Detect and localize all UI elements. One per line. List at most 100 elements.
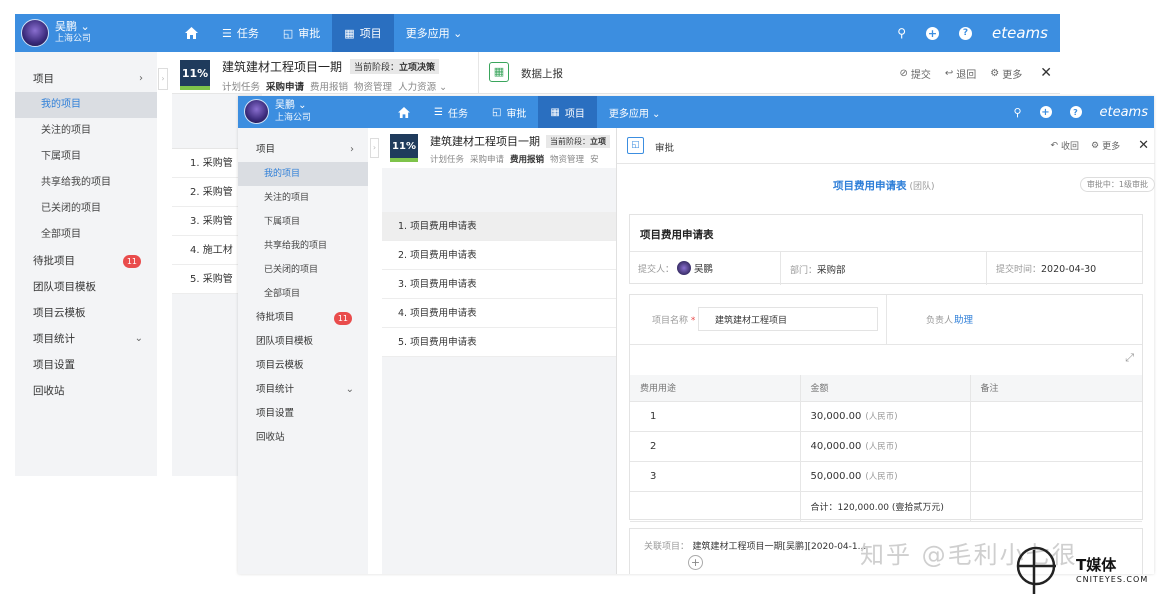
collapse-button[interactable]: ↶ 收回 [1050,139,1079,153]
sidebar-item-team-template[interactable]: 团队项目模板 [238,330,368,354]
nav-approval[interactable]: ◱ 审批 [480,96,538,128]
nav-tasks[interactable]: ☰ 任务 [210,14,271,52]
home-icon[interactable] [386,96,422,128]
row-remark[interactable] [969,461,1142,492]
list-item[interactable]: 4. 项目费用申请表 [382,299,618,328]
subnav-material[interactable]: 物资管理 [550,155,584,165]
subnav-purchase[interactable]: 采购申请 [470,155,504,165]
row-remark[interactable] [969,401,1142,432]
table-row[interactable]: 3 50,000.00 (人民币) [630,461,1142,492]
nav-approval[interactable]: ◱ 审批 [271,14,332,52]
expand-icon[interactable]: ⤢ [1125,351,1134,365]
sidebar-item-my-projects[interactable]: 我的项目 [15,92,157,118]
sidebar-item-recycle[interactable]: 回收站 [15,378,157,404]
collapse-handle[interactable]: › [158,68,168,90]
sidebar-item-closed[interactable]: 已关闭的项目 [238,258,368,282]
chevron-down-icon: ⌄ [345,384,354,395]
subnav-expense[interactable]: 费用报销 [310,82,348,93]
avatar[interactable] [244,99,269,124]
sidebar-item-closed[interactable]: 已关闭的项目 [15,196,157,222]
nav-more-apps[interactable]: 更多应用 ⌄ [597,96,673,128]
close-icon[interactable]: ✕ [1040,65,1052,81]
subnav-purchase[interactable]: 采购申请 [266,82,304,93]
list-item[interactable]: 5. 项目费用申请表 [382,328,618,357]
nav-more-apps-label: 更多应用 ⌄ [405,27,463,40]
sidebar-item-all[interactable]: 全部项目 [238,282,368,306]
sidebar-item-pending[interactable]: 待批项目 11 [238,306,368,330]
subnav-hr[interactable]: 人力资源 ⌄ [398,82,447,93]
owner-link[interactable]: 助理 [954,312,973,326]
nav-tasks-label: 任务 [236,27,259,40]
add-related-icon[interactable]: + [688,555,703,570]
watermark-logo: T媒体 CNITEYES.COM [1010,540,1170,596]
search-icon[interactable]: ⚲ [897,26,906,40]
close-icon[interactable]: ✕ [1138,138,1149,153]
user-name[interactable]: 吴鹏 ⌄ [55,21,91,33]
project-title: 建筑建材工程项目一期 [430,135,540,148]
subnav-expense[interactable]: 费用报销 [510,155,544,165]
sidebar-item-followed[interactable]: 关注的项目 [15,118,157,144]
sidebar-item-shared[interactable]: 共享给我的项目 [238,234,368,258]
subnav-material[interactable]: 物资管理 [354,82,392,93]
sidebar-item-cloud-template[interactable]: 项目云模板 [15,300,157,326]
row-remark[interactable] [969,431,1142,462]
add-icon[interactable]: + [1039,106,1052,118]
sidebar-item-settings[interactable]: 项目设置 [238,402,368,426]
back-project-header: 11% 建筑建材工程项目一期 当前阶段：立项决策 计划任务 采购申请 费用报销 物资管… [172,52,482,94]
search-icon[interactable]: ⚲ [1013,106,1021,119]
approval-icon: ◱ [491,106,502,118]
sidebar-item-stats[interactable]: 项目统计 ⌄ [15,326,157,352]
sidebar-group-project[interactable]: 项目 › [238,138,368,162]
table-row[interactable]: 2 40,000.00 (人民币) [630,431,1142,462]
sidebar-item-cloud-template[interactable]: 项目云模板 [238,354,368,378]
nav-project[interactable]: ▦ 项目 [538,96,597,128]
sidebar-item-subordinate[interactable]: 下属项目 [238,210,368,234]
sidebar-item-my-projects[interactable]: 我的项目 [238,162,368,186]
list-icon: ☰ [434,106,443,118]
return-button[interactable]: ↩ 退回 [945,65,976,81]
sidebar-item-subordinate[interactable]: 下属项目 [15,144,157,170]
sidebar-item-team-template[interactable]: 团队项目模板 [15,274,157,300]
sidebar-item-stats[interactable]: 项目统计 ⌄ [238,378,368,402]
total-value: 合计：120,000.00 (壹拾贰万元) [799,491,970,522]
sidebar-item-recycle[interactable]: 回收站 [238,426,368,450]
dept-value: 采购部 [817,265,846,276]
avatar[interactable] [21,19,49,47]
list-item[interactable]: 1. 项目费用申请表 [382,212,618,241]
dept-label: 部门： [790,266,818,276]
watermark-logo-sub: CNITEYES.COM [1076,575,1149,584]
sidebar-item-settings[interactable]: 项目设置 [15,352,157,378]
sidebar-item-shared[interactable]: 共享给我的项目 [15,170,157,196]
nav-tasks[interactable]: ☰ 任务 [422,96,480,128]
submitter-avatar [677,261,692,275]
progress-badge: 11% [180,60,210,90]
sidebar-item-pending[interactable]: 待批项目 11 [15,248,157,274]
pending-count-badge: 11 [122,255,141,268]
help-icon[interactable]: ? [959,26,973,40]
more-button[interactable]: ⚙ 更多 [1091,139,1120,153]
table-row[interactable]: 1 30,000.00 (人民币) [630,401,1142,432]
home-icon[interactable] [173,14,210,52]
sidebar-item-all[interactable]: 全部项目 [15,222,157,248]
subnav-plan[interactable]: 计划任务 [430,155,464,165]
add-icon[interactable]: + [926,26,940,40]
sidebar-group-project[interactable]: 项目 › [15,66,157,92]
subnav-plan[interactable]: 计划任务 [222,82,260,93]
submit-button[interactable]: ⊘ 提交 [900,65,931,81]
collapse-handle[interactable]: › [370,138,379,158]
related-value[interactable]: 建筑建材工程项目一期[吴鹏][2020-04-1... [693,542,867,552]
sidebar-item-followed[interactable]: 关注的项目 [238,186,368,210]
help-icon[interactable]: ? [1069,106,1082,118]
nav-more-apps[interactable]: 更多应用 ⌄ [394,14,475,52]
time-value: 2020-04-30 [1041,264,1097,275]
nav-project[interactable]: ▦ 项目 [332,14,394,52]
list-item[interactable]: 3. 项目费用申请表 [382,270,618,299]
list-item[interactable]: 2. 项目费用申请表 [382,241,618,270]
return-icon: ↩ [944,67,954,79]
subnav-hr[interactable]: 安 [590,155,599,165]
front-window: 吴鹏 ⌄ 上海公司 ☰ 任务 ◱ 审批 ▦ 项目 更多应用 ⌄ ⚲ + ? et… [238,96,1155,574]
user-name[interactable]: 吴鹏 ⌄ [275,100,311,112]
project-name-input[interactable]: 建筑建材工程项目 [698,307,878,331]
stage-badge: 当前阶段：立项决策 [350,59,440,74]
more-button[interactable]: ⚙ 更多 [990,65,1022,81]
